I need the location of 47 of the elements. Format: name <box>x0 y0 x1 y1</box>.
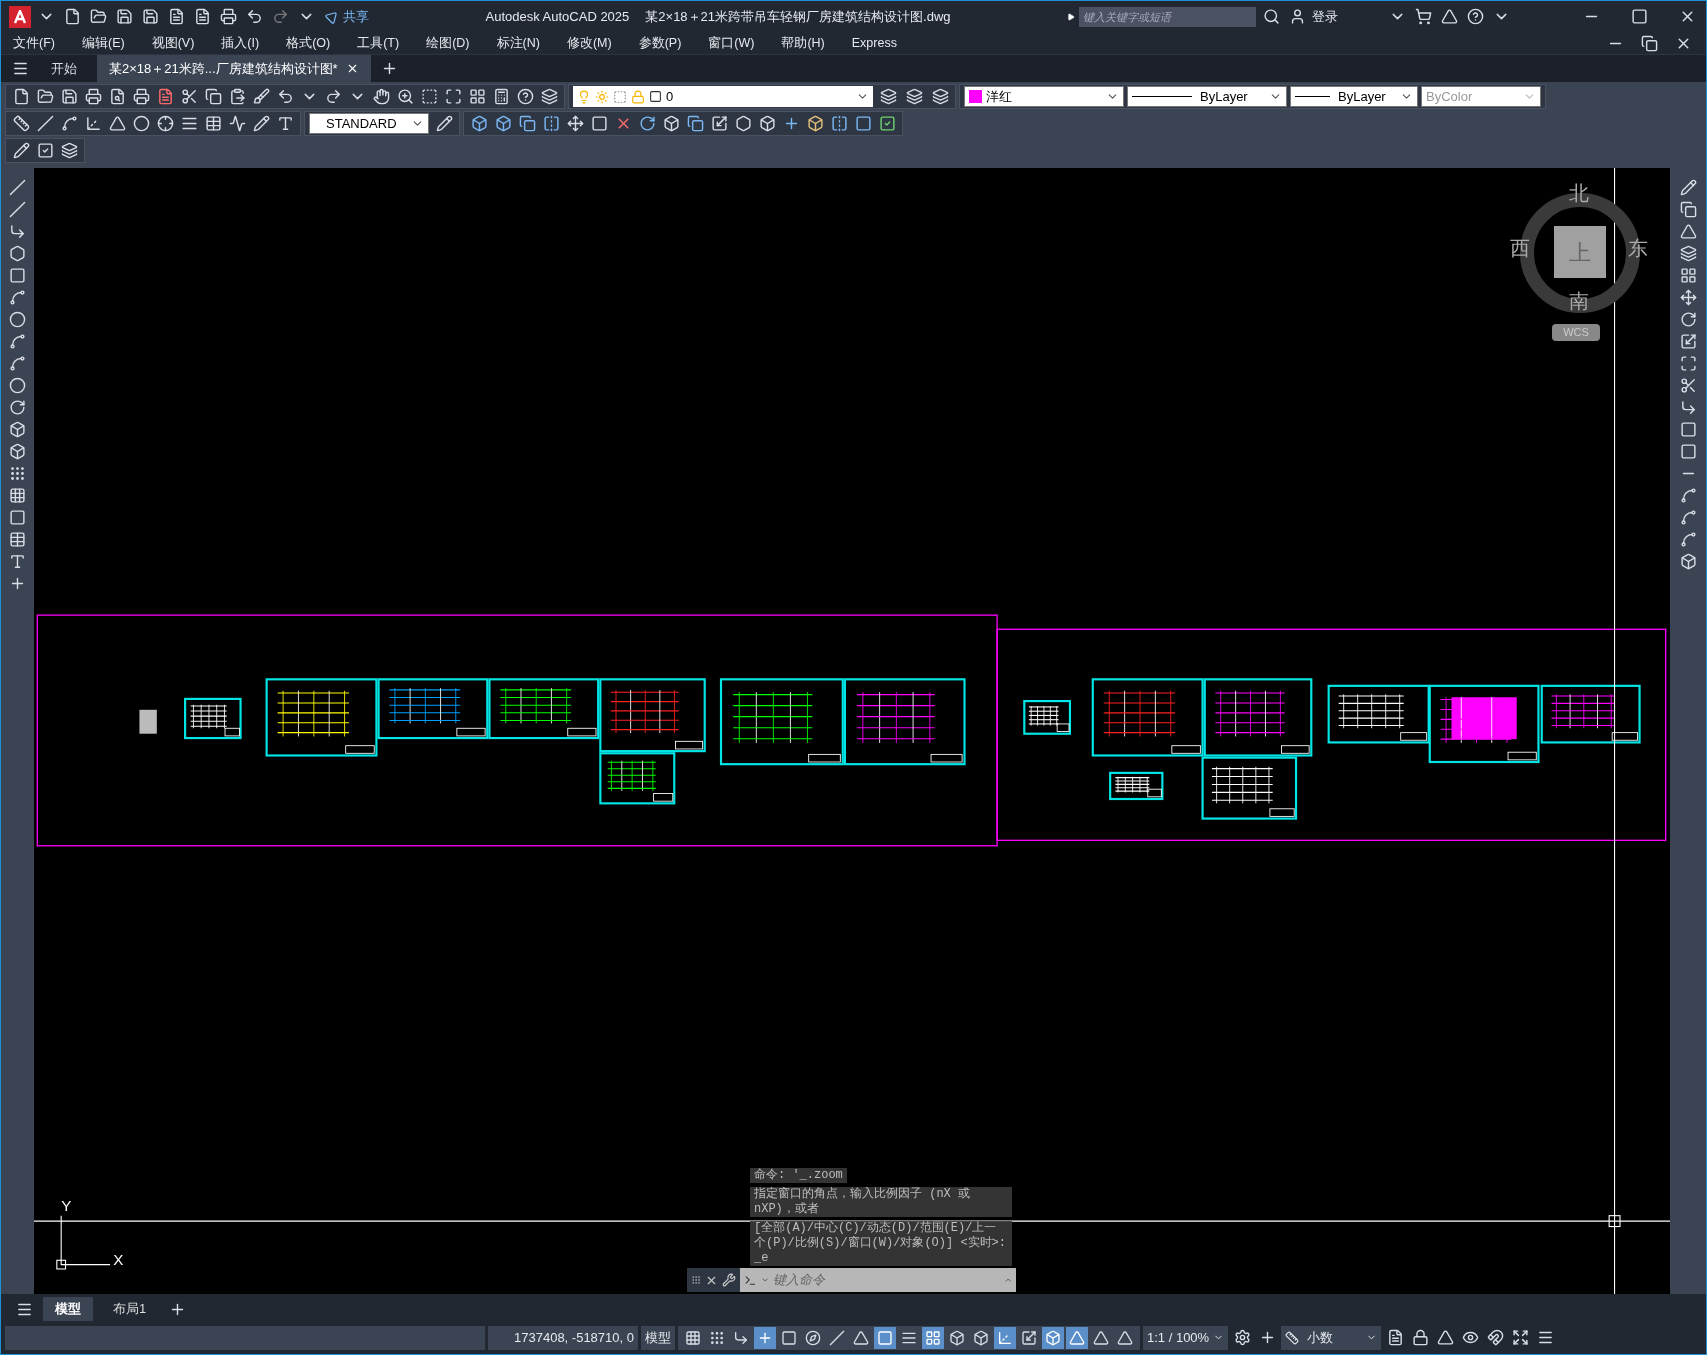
menu-item[interactable]: 工具(T) <box>357 33 400 53</box>
document-tab[interactable]: 某2×18＋21米跨...厂房建筑结构设计图* <box>97 54 371 83</box>
menu-item[interactable]: Express <box>851 33 897 53</box>
linetype-value: ByLayer <box>1200 87 1248 106</box>
compass-label: 西 <box>1510 236 1530 261</box>
annotation-scale-dropdown[interactable]: 1:1 / 100% <box>1143 1325 1229 1350</box>
text-style-dropdown[interactable]: STANDARD <box>309 113 429 134</box>
file-name: 某2×18＋21米跨带吊车轻钢厂房建筑结构设计图.dwg <box>645 7 951 26</box>
coordinates-readout: 1737408, -518710, 0 <box>488 1325 638 1350</box>
menu-item[interactable]: 视图(V) <box>151 33 195 53</box>
document-tab[interactable]: 开始 <box>39 54 89 83</box>
menu-item[interactable]: 帮助(H) <box>781 33 825 53</box>
linetype-dropdown[interactable]: ByLayer <box>1127 86 1287 107</box>
login-link[interactable]: 登录 <box>1312 6 1382 27</box>
menu-item[interactable]: 插入(I) <box>221 33 260 53</box>
menu-item[interactable]: 绘图(D) <box>426 33 470 53</box>
axis-label: Y <box>61 1197 72 1215</box>
units-value: 小数 <box>1307 1328 1334 1347</box>
menu-item[interactable]: 修改(M) <box>566 33 612 53</box>
layer-dropdown[interactable]: 0 <box>573 86 873 107</box>
layer-name: 0 <box>666 87 674 106</box>
menu-item[interactable]: 窗口(W) <box>708 33 755 53</box>
compass-label: 南 <box>1569 289 1589 314</box>
lineweight-value: ByLayer <box>1338 87 1386 106</box>
axis-label: X <box>113 1250 124 1268</box>
compass-label: 东 <box>1628 236 1648 261</box>
model-space-button[interactable]: 模型 <box>641 1325 675 1350</box>
command-input[interactable]: 键入命令 <box>773 1270 1000 1290</box>
units-dropdown[interactable]: 小数 <box>1281 1325 1382 1350</box>
menu-item[interactable]: 编辑(E) <box>81 33 125 53</box>
layout-tab[interactable]: 布局1 <box>101 1297 159 1321</box>
menu-item[interactable]: 标注(N) <box>496 33 540 53</box>
menu-item[interactable]: 文件(F) <box>13 33 55 53</box>
compass-label: 北 <box>1569 181 1589 206</box>
drawing-canvas[interactable]: Y X 北 西 上 东 南 WCS 命令: '_.zoom 指定窗口的角点，输入比例因子 (nX 或 nXP)，或者 [全部(A)/中心(C)/动态(D)/范围(E)/上一个(P)/比例(S)/窗口(W)/对象(O)] <实时>: _e 键入命令 <box>34 168 1670 1294</box>
share-button[interactable]: 共享 <box>325 6 369 27</box>
lineweight-dropdown[interactable]: ByLayer <box>1290 86 1418 107</box>
color-value: 洋红 <box>986 87 1012 106</box>
menu-item[interactable]: 格式(O) <box>286 33 331 53</box>
search-field[interactable]: 键入关键字或短语 <box>1079 6 1256 27</box>
scale-value: 1:1 / 100% <box>1147 1328 1210 1347</box>
text-style-value: STANDARD <box>326 114 397 133</box>
app-title: Autodesk AutoCAD 2025 <box>485 7 630 26</box>
color-dropdown[interactable]: 洋红 <box>964 86 1124 107</box>
menu-item[interactable]: 参数(P) <box>638 33 682 53</box>
layout-tab[interactable]: 模型 <box>43 1297 93 1321</box>
plot-style-value: ByColor <box>1426 87 1473 106</box>
